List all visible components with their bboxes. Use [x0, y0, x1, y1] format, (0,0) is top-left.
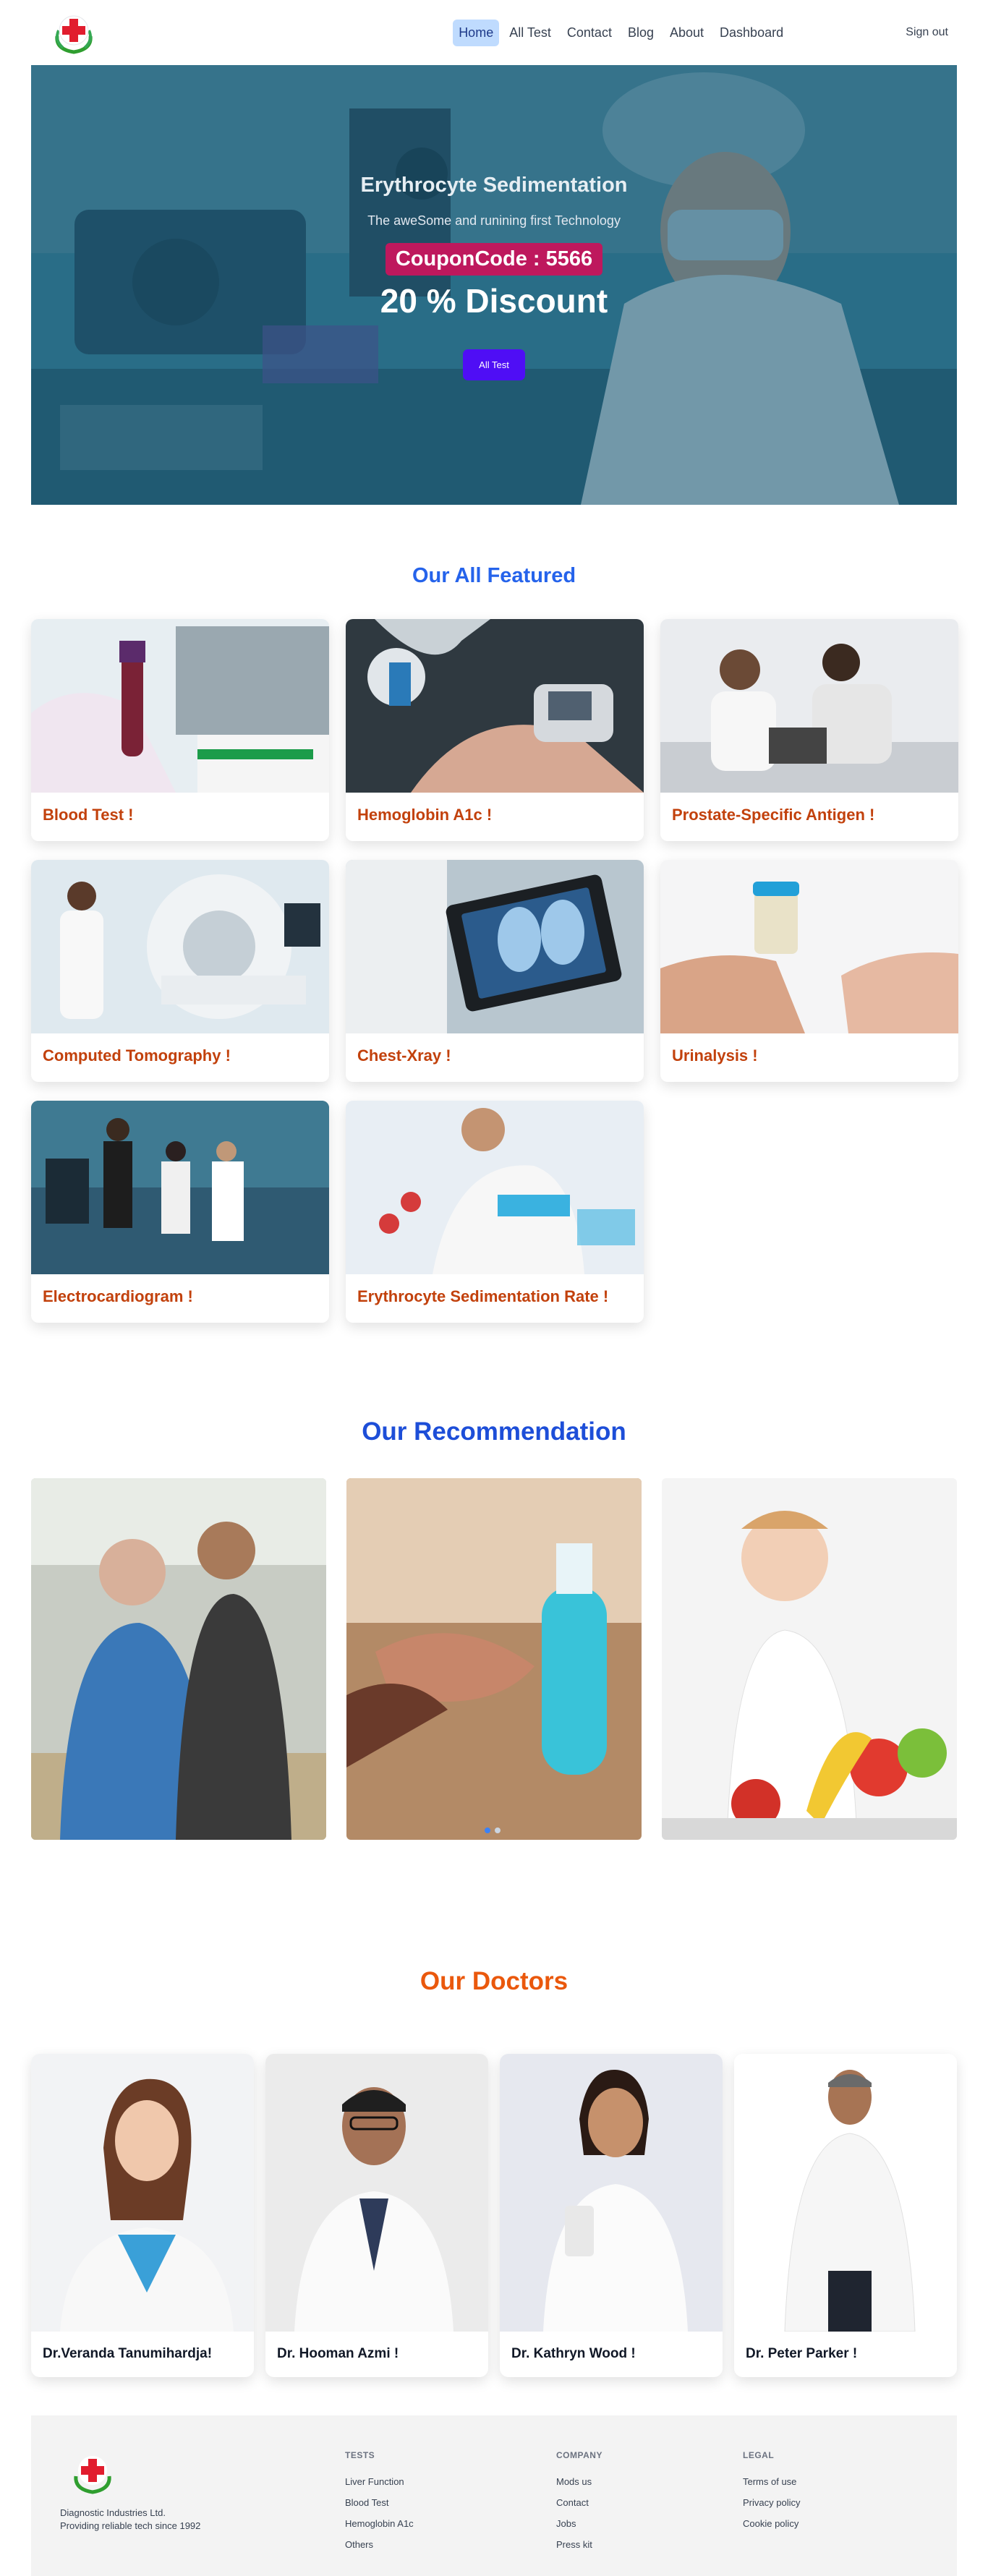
footer-heading: LEGAL — [743, 2450, 775, 2460]
chest-xray-image — [346, 860, 644, 1033]
carousel-dot[interactable] — [485, 1827, 490, 1833]
doctor-name: Dr. Hooman Azmi ! — [277, 2346, 399, 2361]
footer-link[interactable]: Privacy policy — [743, 2497, 800, 2508]
footer-link[interactable]: Terms of use — [743, 2476, 800, 2487]
featured-card-label: Electrocardiogram ! — [43, 1287, 193, 1305]
doctor-photo — [734, 2054, 957, 2332]
all-test-button[interactable]: All Test — [463, 349, 525, 380]
recommendation-slide-seniors[interactable] — [31, 1478, 326, 1840]
recommendation-slide-hand-sanitizer[interactable] — [346, 1478, 642, 1840]
doctor-photo — [265, 2054, 488, 2332]
featured-card-ecg[interactable]: Electrocardiogram ! — [31, 1101, 329, 1323]
hero-title: Erythrocyte Sedimentation — [360, 174, 628, 197]
doctor-photo — [500, 2054, 723, 2332]
doctor-name: Dr.Veranda Tanumihardja! — [43, 2346, 213, 2361]
footer-link[interactable]: Press kit — [556, 2539, 602, 2550]
featured-card-chest-xray[interactable]: Chest-Xray ! — [346, 860, 644, 1082]
nav-about-link[interactable]: About — [664, 20, 710, 46]
nav-contact-link[interactable]: Contact — [561, 20, 618, 46]
featured-card-label: Blood Test ! — [43, 806, 134, 824]
footer-link[interactable]: Liver Function — [345, 2476, 414, 2487]
medical-cross-logo-icon[interactable] — [50, 9, 98, 56]
doctor-photo — [31, 2054, 254, 2332]
footer-link[interactable]: Others — [345, 2539, 414, 2550]
nav-links: Home All Test Contact Blog About Dashboa… — [453, 19, 789, 46]
sign-out-link[interactable]: Sign out — [906, 26, 948, 39]
hero-banner: Erythrocyte Sedimentation The aweSome an… — [31, 65, 957, 505]
footer-link[interactable]: Jobs — [556, 2518, 602, 2529]
footer-col-company: COMPANY Mods us Contact Jobs Press kit — [556, 2450, 602, 2560]
featured-card-label: Hemoglobin A1c ! — [357, 806, 493, 824]
carousel-dot[interactable] — [495, 1827, 501, 1833]
footer-company-name: Diagnostic Industries Ltd. — [60, 2507, 166, 2518]
footer-heading: TESTS — [345, 2450, 375, 2460]
footer-link[interactable]: Hemoglobin A1c — [345, 2518, 414, 2529]
footer-col-tests: TESTS Liver Function Blood Test Hemoglob… — [345, 2450, 414, 2560]
featured-card-label: Prostate-Specific Antigen ! — [672, 806, 875, 824]
featured-card-psa[interactable]: Prostate-Specific Antigen ! — [660, 619, 958, 841]
nav-home-link[interactable]: Home — [453, 19, 500, 46]
featured-card-esr[interactable]: Erythrocyte Sedimentation Rate ! — [346, 1101, 644, 1323]
carousel-dots — [485, 1827, 501, 1833]
featured-card-label: Computed Tomography ! — [43, 1046, 231, 1065]
ecg-image — [31, 1101, 329, 1274]
recommendation-section-title: Our Recommendation — [362, 1417, 626, 1446]
coupon-badge: CouponCode : 5566 — [385, 243, 603, 276]
nav-all-test-link[interactable]: All Test — [503, 20, 557, 46]
doctor-name: Dr. Peter Parker ! — [746, 2346, 858, 2361]
footer-heading: COMPANY — [556, 2450, 602, 2460]
doctor-card-kathryn[interactable]: Dr. Kathryn Wood ! — [500, 2054, 723, 2377]
footer-link[interactable]: Blood Test — [345, 2497, 414, 2508]
featured-card-ct[interactable]: Computed Tomography ! — [31, 860, 329, 1082]
footer-logo-icon[interactable] — [69, 2449, 116, 2500]
featured-card-label: Erythrocyte Sedimentation Rate ! — [357, 1287, 609, 1305]
recommendation-slide-healthy-kid[interactable] — [662, 1478, 957, 1840]
footer-link[interactable]: Cookie policy — [743, 2518, 800, 2529]
doctor-card-veranda[interactable]: Dr.Veranda Tanumihardja! — [31, 2054, 254, 2377]
featured-card-urinalysis[interactable]: Urinalysis ! — [660, 860, 958, 1082]
site-footer: Diagnostic Industries Ltd. Providing rel… — [31, 2415, 957, 2576]
featured-card-label: Chest-Xray ! — [357, 1046, 451, 1065]
nav-blog-link[interactable]: Blog — [622, 20, 660, 46]
ct-image — [31, 860, 329, 1033]
hero-content: Erythrocyte Sedimentation The aweSome an… — [31, 174, 957, 380]
esr-image — [346, 1101, 644, 1274]
top-navbar: Home All Test Contact Blog About Dashboa… — [31, 0, 957, 65]
nav-dashboard-link[interactable]: Dashboard — [714, 20, 789, 46]
featured-card-hemoglobin[interactable]: Hemoglobin A1c ! — [346, 619, 644, 841]
hero-subtitle: The aweSome and runining first Technolog… — [367, 213, 621, 228]
footer-col-legal: LEGAL Terms of use Privacy policy Cookie… — [743, 2450, 800, 2539]
doctor-card-peter[interactable]: Dr. Peter Parker ! — [734, 2054, 957, 2377]
urinalysis-image — [660, 860, 958, 1033]
doctors-section-title: Our Doctors — [420, 1967, 568, 1995]
discount-text: 20 % Discount — [380, 282, 608, 320]
hemoglobin-image — [346, 619, 644, 793]
footer-link[interactable]: Contact — [556, 2497, 602, 2508]
blood-test-image — [31, 619, 329, 793]
doctor-card-hooman[interactable]: Dr. Hooman Azmi ! — [265, 2054, 488, 2377]
footer-tagline: Providing reliable tech since 1992 — [60, 2520, 201, 2531]
doctor-name: Dr. Kathryn Wood ! — [511, 2346, 636, 2361]
featured-card-label: Urinalysis ! — [672, 1046, 758, 1065]
featured-card-blood-test[interactable]: Blood Test ! — [31, 619, 329, 841]
psa-image — [660, 619, 958, 793]
footer-link[interactable]: Mods us — [556, 2476, 602, 2487]
featured-section-title: Our All Featured — [412, 564, 576, 587]
